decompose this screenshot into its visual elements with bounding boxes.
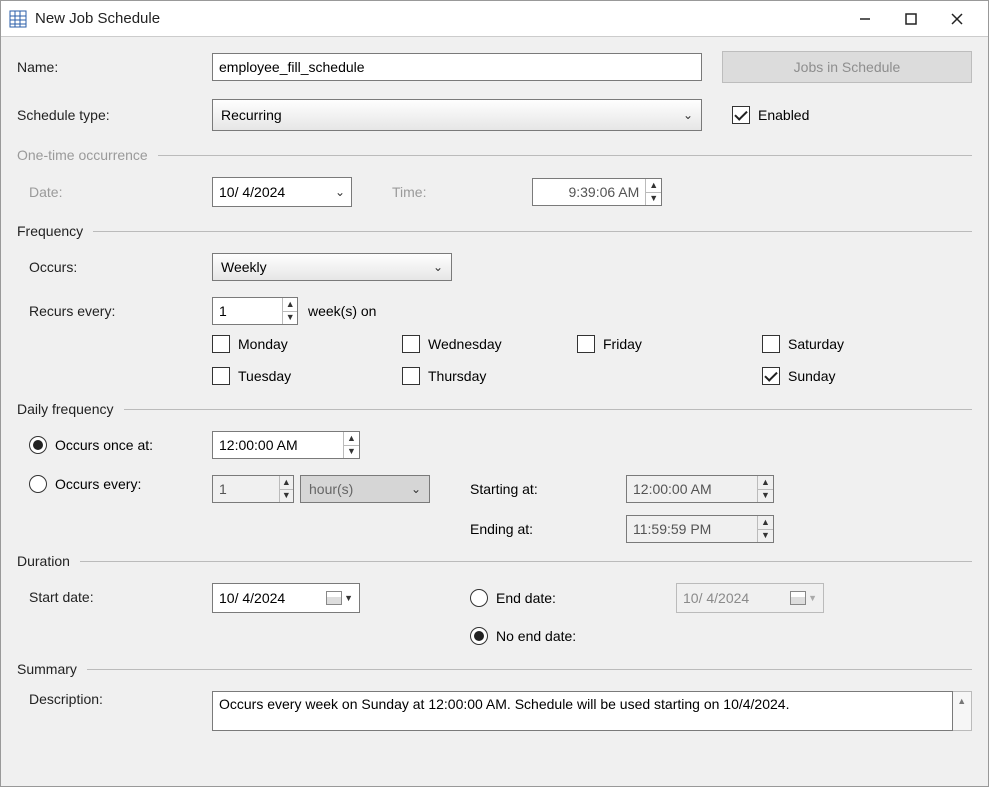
ending-at-input: ▲▼ bbox=[626, 515, 774, 543]
dropdown-icon: ▼ bbox=[808, 594, 817, 603]
day-monday-label: Monday bbox=[238, 336, 288, 352]
spin-down-icon: ▼ bbox=[761, 531, 770, 540]
day-thursday-checkbox[interactable] bbox=[402, 367, 420, 385]
titlebar: New Job Schedule bbox=[1, 1, 988, 37]
schedule-type-label: Schedule type: bbox=[17, 107, 212, 123]
daily-frequency-section: Daily frequency Occurs once at: ▲▼ O bbox=[17, 401, 972, 543]
day-wednesday-label: Wednesday bbox=[428, 336, 502, 352]
one-time-date-label: Date: bbox=[29, 184, 212, 200]
no-end-date-radio[interactable] bbox=[470, 627, 488, 645]
name-input[interactable] bbox=[212, 53, 702, 81]
day-saturday-checkbox[interactable] bbox=[762, 335, 780, 353]
start-date-picker[interactable]: 10/ 4/2024 ▼ bbox=[212, 583, 360, 613]
start-date-label: Start date: bbox=[29, 583, 212, 605]
spin-up-icon: ▲ bbox=[761, 518, 770, 527]
dropdown-icon: ▼ bbox=[344, 594, 353, 603]
scroll-up-icon[interactable]: ▲ bbox=[953, 692, 972, 710]
spin-down-icon: ▼ bbox=[761, 491, 770, 500]
close-button[interactable] bbox=[934, 1, 980, 37]
description-textarea[interactable] bbox=[212, 691, 953, 731]
occurs-once-radio[interactable] bbox=[29, 436, 47, 454]
frequency-section: Frequency Occurs: Weekly ⌄ Recurs every:… bbox=[17, 223, 972, 385]
window-title: New Job Schedule bbox=[35, 10, 842, 27]
duration-section: Duration Start date: 10/ 4/2024 ▼ End da… bbox=[17, 553, 972, 645]
occurs-every-value-input: ▲▼ bbox=[212, 475, 294, 503]
calendar-icon bbox=[790, 591, 806, 605]
day-saturday-label: Saturday bbox=[788, 336, 844, 352]
spin-up-icon: ▲ bbox=[347, 434, 356, 443]
day-friday-checkbox[interactable] bbox=[577, 335, 595, 353]
no-end-date-label: No end date: bbox=[496, 628, 576, 644]
one-time-date-picker: 10/ 4/2024 ⌄ bbox=[212, 177, 352, 207]
end-date-radio[interactable] bbox=[470, 589, 488, 607]
occurs-every-radio[interactable] bbox=[29, 475, 47, 493]
description-scrollbar[interactable]: ▲ bbox=[953, 691, 973, 731]
day-thursday-label: Thursday bbox=[428, 368, 486, 384]
occurs-value: Weekly bbox=[221, 259, 267, 275]
one-time-time-input: ▲▼ bbox=[532, 178, 662, 206]
name-label: Name: bbox=[17, 59, 212, 75]
day-sunday-label: Sunday bbox=[788, 368, 835, 384]
day-wednesday-checkbox[interactable] bbox=[402, 335, 420, 353]
occurs-label: Occurs: bbox=[29, 259, 212, 275]
spin-down-icon: ▼ bbox=[286, 313, 295, 322]
new-job-schedule-window: New Job Schedule Name: Jobs in Schedule … bbox=[0, 0, 989, 787]
one-time-section: One-time occurrence Date: 10/ 4/2024 ⌄ T… bbox=[17, 147, 972, 207]
enabled-label: Enabled bbox=[758, 107, 809, 123]
jobs-in-schedule-button[interactable]: Jobs in Schedule bbox=[722, 51, 972, 83]
spin-down-icon: ▼ bbox=[649, 194, 658, 203]
occurs-every-unit-value: hour(s) bbox=[309, 481, 353, 497]
frequency-legend: Frequency bbox=[17, 223, 83, 239]
description-label: Description: bbox=[29, 691, 212, 707]
recurs-every-input[interactable]: ▲▼ bbox=[212, 297, 298, 325]
schedule-type-value: Recurring bbox=[221, 107, 282, 123]
starting-at-input: ▲▼ bbox=[626, 475, 774, 503]
schedule-type-select[interactable]: Recurring ⌄ bbox=[212, 99, 702, 131]
daily-frequency-legend: Daily frequency bbox=[17, 401, 114, 417]
spin-up-icon: ▲ bbox=[286, 300, 295, 309]
enabled-checkbox[interactable] bbox=[732, 106, 750, 124]
calendar-icon bbox=[326, 591, 342, 605]
occurs-select[interactable]: Weekly ⌄ bbox=[212, 253, 452, 281]
chevron-down-icon: ⌄ bbox=[433, 260, 443, 274]
one-time-date-value: 10/ 4/2024 bbox=[219, 184, 285, 200]
end-date-label: End date: bbox=[496, 590, 676, 606]
spin-up-icon: ▲ bbox=[649, 181, 658, 190]
one-time-time-label: Time: bbox=[392, 184, 532, 200]
duration-legend: Duration bbox=[17, 553, 70, 569]
day-sunday-checkbox[interactable] bbox=[762, 367, 780, 385]
minimize-button[interactable] bbox=[842, 1, 888, 37]
occurs-once-label: Occurs once at: bbox=[55, 437, 153, 453]
one-time-legend: One-time occurrence bbox=[17, 147, 148, 163]
chevron-down-icon: ⌄ bbox=[411, 482, 421, 496]
occurs-every-label: Occurs every: bbox=[55, 476, 141, 492]
recurs-unit-label: week(s) on bbox=[308, 303, 376, 319]
app-icon bbox=[9, 10, 27, 28]
day-monday-checkbox[interactable] bbox=[212, 335, 230, 353]
end-date-value: 10/ 4/2024 bbox=[683, 590, 749, 606]
spin-up-icon: ▲ bbox=[282, 478, 291, 487]
occurs-once-time-input[interactable]: ▲▼ bbox=[212, 431, 360, 459]
chevron-down-icon: ⌄ bbox=[683, 108, 693, 122]
end-date-picker: 10/ 4/2024 ▼ bbox=[676, 583, 824, 613]
spin-down-icon: ▼ bbox=[347, 447, 356, 456]
occurs-every-unit-select: hour(s) ⌄ bbox=[300, 475, 430, 503]
start-date-value: 10/ 4/2024 bbox=[219, 590, 285, 606]
day-friday-label: Friday bbox=[603, 336, 642, 352]
spin-up-icon: ▲ bbox=[761, 478, 770, 487]
starting-at-label: Starting at: bbox=[470, 481, 626, 497]
spin-down-icon: ▼ bbox=[282, 491, 291, 500]
ending-at-label: Ending at: bbox=[470, 521, 626, 537]
day-tuesday-checkbox[interactable] bbox=[212, 367, 230, 385]
recurs-label: Recurs every: bbox=[29, 303, 212, 319]
day-tuesday-label: Tuesday bbox=[238, 368, 291, 384]
summary-section: Summary Description: ▲ bbox=[17, 661, 972, 731]
chevron-down-icon: ⌄ bbox=[335, 185, 345, 199]
summary-legend: Summary bbox=[17, 661, 77, 677]
maximize-button[interactable] bbox=[888, 1, 934, 37]
